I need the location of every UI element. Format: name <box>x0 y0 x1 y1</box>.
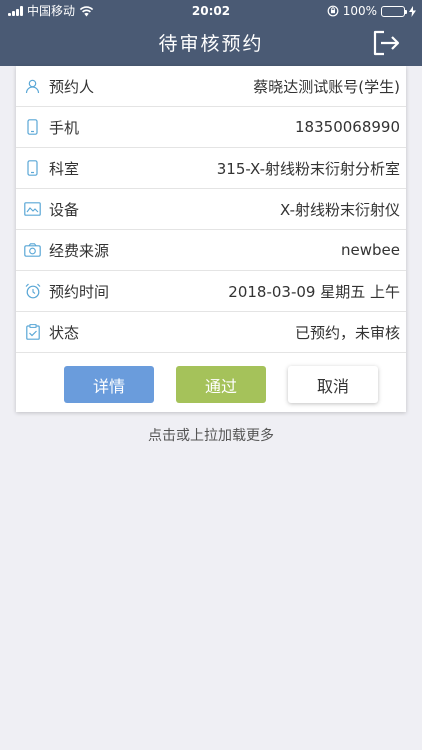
approve-button[interactable]: 通过 <box>176 366 266 403</box>
time-label: 预约时间 <box>49 282 110 301</box>
orientation-lock-icon <box>327 5 339 17</box>
funding-label: 经费来源 <box>49 241 110 260</box>
action-buttons: 详情 通过 取消 <box>16 362 406 403</box>
time-value: 2018-03-09 星期五 上午 <box>228 282 400 301</box>
camera-icon <box>24 242 41 259</box>
battery-percent: 100% <box>342 4 377 18</box>
app-header: 中国移动 20:02 100% 待审核预约 <box>0 0 422 66</box>
row-phone: 手机 18350068990 <box>16 107 406 148</box>
row-time: 预约时间 2018-03-09 星期五 上午 <box>16 271 406 312</box>
phone-value: 18350068990 <box>295 118 400 136</box>
battery-icon <box>381 5 407 17</box>
logout-icon[interactable] <box>372 30 400 56</box>
row-funding: 经费来源 newbee <box>16 230 406 271</box>
reservation-card: 预约人 蔡晓达测试账号(学生) 手机 18350068990 科室 315-X-… <box>16 66 406 412</box>
phone-label: 手机 <box>49 118 80 137</box>
monitor-icon <box>24 201 41 218</box>
load-more-link[interactable]: 点击或上拉加载更多 <box>0 425 422 445</box>
status-right: 100% <box>327 0 416 22</box>
status-bar: 中国移动 20:02 100% <box>0 0 422 22</box>
department-label: 科室 <box>49 159 80 178</box>
status-label: 状态 <box>49 323 80 342</box>
equipment-value: X-射线粉末衍射仪 <box>280 200 400 219</box>
status-value: 已预约，未审核 <box>294 323 400 342</box>
row-equipment: 设备 X-射线粉末衍射仪 <box>16 189 406 230</box>
charging-icon <box>409 5 416 17</box>
clipboard-icon <box>24 324 41 341</box>
person-icon <box>24 78 41 95</box>
detail-button[interactable]: 详情 <box>64 366 154 403</box>
reserver-label: 预约人 <box>49 77 95 96</box>
page-title: 待审核预约 <box>158 33 264 55</box>
phone-icon <box>24 119 41 136</box>
department-value: 315-X-射线粉末衍射分析室 <box>216 159 400 178</box>
alarm-clock-icon <box>24 283 41 300</box>
row-reserver: 预约人 蔡晓达测试账号(学生) <box>16 66 406 107</box>
row-department: 科室 315-X-射线粉末衍射分析室 <box>16 148 406 189</box>
reserver-value: 蔡晓达测试账号(学生) <box>253 77 400 96</box>
funding-value: newbee <box>341 241 400 259</box>
equipment-label: 设备 <box>49 200 80 219</box>
row-status: 状态 已预约，未审核 <box>16 312 406 353</box>
phone-icon <box>24 160 41 177</box>
cancel-button[interactable]: 取消 <box>288 366 378 403</box>
